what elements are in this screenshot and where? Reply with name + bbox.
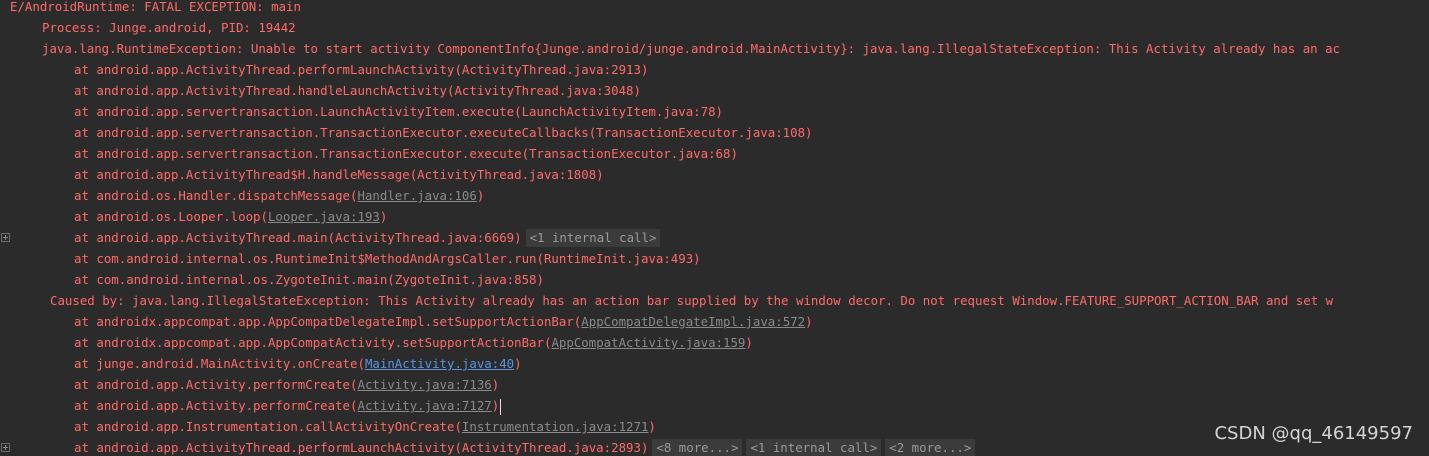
stack-frame-suffix: ) (491, 377, 500, 392)
text-cursor (500, 398, 502, 415)
stack-frame-suffix: ) (745, 335, 753, 350)
stack-frame-text: at android.os.Looper.loop( (74, 209, 268, 224)
log-process: Process: Junge.android, PID: 19442 (42, 17, 296, 38)
stack-frame: at android.os.Looper.loop(Looper.java:19… (74, 206, 387, 227)
stack-frame: at com.android.internal.os.RuntimeInit$M… (74, 248, 701, 269)
stack-frame-suffix: ) (476, 188, 485, 203)
folded-frames-badge[interactable]: <2 more...> (885, 439, 976, 456)
stack-frame-suffix: ) (379, 209, 388, 224)
stack-frame-text: at android.app.servertransaction.Transac… (74, 146, 738, 161)
source-link[interactable]: Looper.java:193 (268, 209, 380, 224)
stack-frame: at junge.android.MainActivity.onCreate(M… (74, 353, 522, 374)
source-link[interactable]: Handler.java:106 (357, 188, 476, 203)
project-source-link[interactable]: MainActivity.java:40 (365, 356, 514, 371)
caused-by-text: Caused by: java.lang.IllegalStateExcepti… (50, 293, 1334, 308)
stack-frame: at android.app.servertransaction.LaunchA… (74, 101, 723, 122)
stack-frame-text: at android.app.Activity.performCreate( (74, 377, 358, 392)
stack-frame-text: at androidx.appcompat.app.AppCompatDeleg… (74, 314, 582, 329)
source-link[interactable]: Instrumentation.java:1271 (462, 419, 649, 434)
stack-frame: at android.app.servertransaction.Transac… (74, 143, 738, 164)
caused-by-line: Caused by: java.lang.IllegalStateExcepti… (50, 290, 1333, 311)
stack-frame-text: at android.app.ActivityThread.handleLaun… (74, 83, 641, 98)
stack-frame: at com.android.internal.os.ZygoteInit.ma… (74, 269, 544, 290)
stack-frame-text: at android.app.Activity.performCreate( (74, 398, 358, 413)
folded-frames-badge[interactable]: <8 more...> (652, 439, 743, 456)
stack-frame-text: at android.app.ActivityThread.performLau… (74, 440, 649, 455)
stack-frame-suffix: ) (648, 419, 656, 434)
stack-frame: at androidx.appcompat.app.AppCompatActiv… (74, 332, 753, 353)
log-header-text: E/AndroidRuntime: FATAL EXCEPTION: main (10, 0, 301, 14)
stack-frame-text: at android.app.ActivityThread$H.handleMe… (74, 167, 604, 182)
stack-frame: at androidx.appcompat.app.AppCompatDeleg… (74, 311, 813, 332)
stack-frame: at android.app.ActivityThread.performLau… (74, 59, 648, 80)
stack-frame-text: at junge.android.MainActivity.onCreate( (74, 356, 365, 371)
expand-fold-icon[interactable] (1, 233, 10, 242)
stack-frame-suffix: ) (491, 398, 500, 413)
stack-frame: at android.app.Instrumentation.callActiv… (74, 416, 656, 437)
log-exception-text: java.lang.RuntimeException: Unable to st… (42, 41, 1341, 56)
log-process-text: Process: Junge.android, PID: 19442 (42, 20, 296, 35)
logcat-console: E/AndroidRuntime: FATAL EXCEPTION: main … (0, 0, 1429, 456)
source-link[interactable]: AppCompatActivity.java:159 (551, 335, 745, 350)
csdn-watermark: CSDN @qq_46149597 (1214, 423, 1413, 444)
stack-frame-text: at android.app.Instrumentation.callActiv… (74, 419, 462, 434)
stack-frame: at android.app.ActivityThread.handleLaun… (74, 80, 641, 101)
expand-fold-icon[interactable] (1, 443, 10, 452)
stack-frame-text: at androidx.appcompat.app.AppCompatActiv… (74, 335, 552, 350)
source-link[interactable]: Activity.java:7136 (357, 377, 491, 392)
stack-frame: at android.os.Handler.dispatchMessage(Ha… (74, 185, 484, 206)
folded-frames-badge[interactable]: <1 internal call> (525, 229, 661, 247)
log-exception: java.lang.RuntimeException: Unable to st… (42, 38, 1340, 59)
stack-frame: at android.app.Activity.performCreate(Ac… (74, 395, 502, 416)
stack-frame-text: at com.android.internal.os.ZygoteInit.ma… (74, 272, 544, 287)
stack-frame-suffix: ) (805, 314, 813, 329)
stack-frame-suffix: ) (514, 356, 522, 371)
stack-frame: at android.app.servertransaction.Transac… (74, 122, 813, 143)
stack-frame: at android.app.ActivityThread.main(Activ… (74, 227, 661, 248)
stack-frame-text: at android.app.servertransaction.LaunchA… (74, 104, 724, 119)
stack-frame-text: at android.os.Handler.dispatchMessage( (74, 188, 358, 203)
stack-frame-text: at android.app.ActivityThread.main(Activ… (74, 230, 522, 245)
stack-frame-text: at android.app.servertransaction.Transac… (74, 125, 813, 140)
stack-frame: at android.app.ActivityThread$H.handleMe… (74, 164, 604, 185)
source-link[interactable]: AppCompatDelegateImpl.java:572 (581, 314, 805, 329)
stack-frame-text: at com.android.internal.os.RuntimeInit$M… (74, 251, 701, 266)
stack-frame: at android.app.Activity.performCreate(Ac… (74, 374, 499, 395)
log-header: E/AndroidRuntime: FATAL EXCEPTION: main (10, 0, 301, 17)
source-link[interactable]: Activity.java:7127 (357, 398, 491, 413)
folded-frames-badge[interactable]: <1 internal call> (746, 439, 882, 456)
stack-frame-text: at android.app.ActivityThread.performLau… (74, 62, 649, 77)
stack-frame: at android.app.ActivityThread.performLau… (74, 437, 976, 456)
